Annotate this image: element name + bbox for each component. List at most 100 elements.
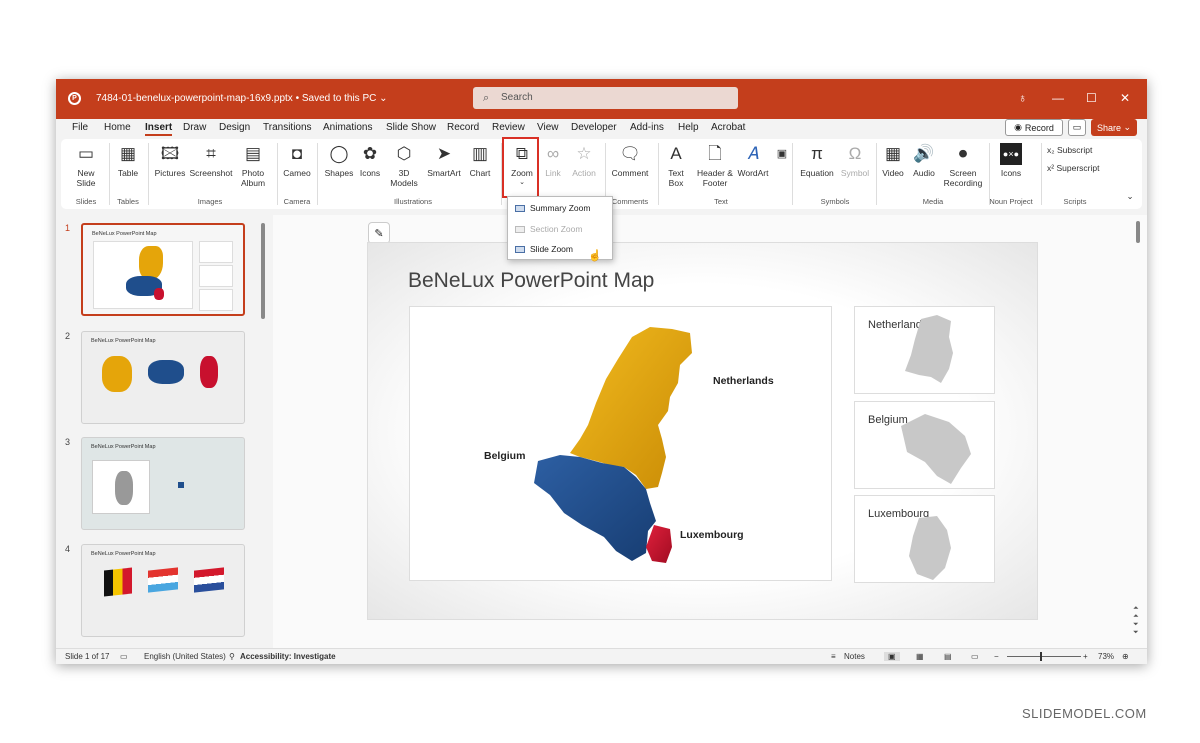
zoom-slider[interactable] [1007,652,1081,661]
benelux-map-box[interactable]: Netherlands Belgium Luxembourg [409,306,832,581]
tab-record[interactable]: Record [447,122,479,133]
status-bar: Slide 1 of 17 ▭ English (United States) … [56,648,1147,664]
thumb-number: 4 [65,544,71,554]
slide-thumbnail-3[interactable]: BeNeLux PowerPoint Map [81,437,245,530]
smartart-button[interactable]: ➤ SmartArt [425,141,463,178]
prev-next-slide-icon[interactable]: ⏶ ⏶ ⏷ ⏷ [1133,605,1139,637]
scroll-thumb[interactable] [261,223,265,319]
new-slide-button[interactable]: ▭ New Slide [69,141,103,188]
search-box[interactable]: ⌕ Search [473,87,738,109]
tab-insert[interactable]: Insert [145,122,173,136]
reading-view-icon[interactable]: ▤ [944,652,952,661]
comments-button[interactable]: ▭ [1068,119,1086,136]
slide-title[interactable]: BeNeLux PowerPoint Map [408,269,654,293]
action-icon: ☆ [576,144,592,163]
zoom-out-icon[interactable]: − [994,652,999,661]
separator [317,143,318,205]
wordart-button[interactable]: 𝐴 WordArt [733,141,773,178]
tab-file[interactable]: File [72,122,88,133]
action-button[interactable]: ☆ Action [568,141,600,178]
slide-show-icon[interactable]: ▭ [971,652,979,661]
thumb-grey-map [115,471,133,505]
screen-recording-button[interactable]: ⏺ Screen Recording [942,141,984,188]
close-button[interactable]: ✕ [1120,91,1130,105]
slide-counter: Slide 1 of 17 [65,652,110,661]
slide-thumbnail-2[interactable]: BeNeLux PowerPoint Map [81,331,245,424]
slide-canvas[interactable]: BeNeLux PowerPoint Map Netherlands Belgi… [367,242,1038,620]
noun-icons-button[interactable]: ●×● Icons [996,141,1026,178]
zoom-slider-knob[interactable] [1040,652,1042,661]
tab-add-ins[interactable]: Add-ins [630,122,664,133]
equation-button[interactable]: π Equation [797,141,837,178]
designer-button[interactable]: ✎ [368,222,390,244]
smartart-icon: ➤ [436,144,452,163]
thumb-luxembourg [200,356,218,388]
side-box-luxembourg[interactable]: Luxembourg [854,495,995,583]
lightbulb-icon[interactable]: ♁ [1018,91,1027,105]
table-button[interactable]: ▦ Table [115,141,141,178]
maximize-button[interactable]: ☐ [1086,91,1097,105]
minimize-button[interactable]: — [1052,91,1064,105]
cameo-button[interactable]: ◘ Cameo [282,141,312,178]
slide-zoom-item[interactable]: Slide Zoom [515,242,573,256]
tab-home[interactable]: Home [104,122,131,133]
link-button[interactable]: ∞ Link [540,141,566,178]
tab-help[interactable]: Help [678,122,699,133]
chart-button[interactable]: ▥ Chart [465,141,495,178]
date-time-button[interactable]: ▣ [771,141,787,168]
tab-view[interactable]: View [537,122,559,133]
tab-animations[interactable]: Animations [323,122,372,133]
audio-button[interactable]: 🔊 Audio [910,141,938,178]
3d-models-button[interactable]: ⬡ 3D Models [387,141,421,188]
header-footer-icon: 🗋 [708,144,722,163]
photo-album-button[interactable]: ▤ Photo Album [235,141,271,188]
header-footer-button[interactable]: 🗋 Header & Footer [693,141,737,188]
symbol-button[interactable]: Ω Symbol [838,141,872,178]
pictures-button[interactable]: 🖾 Pictures [153,141,187,178]
video-label: Video [882,168,904,178]
thumb-title: BeNeLux PowerPoint Map [91,551,156,557]
video-button[interactable]: ▦ Video [880,141,906,178]
comment-button[interactable]: 🗨 Comment [609,141,651,178]
side-box-netherlands[interactable]: Netherlands [854,306,995,394]
document-title[interactable]: 7484-01-benelux-powerpoint-map-16x9.pptx… [96,93,388,104]
share-button[interactable]: Share ⌄ [1091,119,1137,136]
normal-view-icon[interactable]: ▣ [884,652,900,661]
screenshot-button[interactable]: ⌗ Screenshot [189,141,233,178]
record-button[interactable]: ◉ Record [1005,119,1063,136]
superscript-button[interactable]: x² Superscript [1047,163,1111,173]
slide-scrollbar[interactable]: ⏶ ⏶ ⏷ ⏷ [1133,217,1143,645]
tab-review[interactable]: Review [492,122,525,133]
text-box-button[interactable]: A Text Box [662,141,690,188]
luxembourg-grey-map [909,516,951,580]
subscript-button[interactable]: x₂ Subscript [1047,145,1107,155]
notes-icon: ≡ [831,652,836,661]
tab-transitions[interactable]: Transitions [263,122,312,133]
side-box-belgium[interactable]: Belgium [854,401,995,489]
spelling-icon[interactable]: ▭ [120,652,128,661]
slide-sorter-icon[interactable]: ▦ [916,652,924,661]
zoom-in-icon[interactable]: + [1083,652,1088,661]
notes-button[interactable]: Notes [844,652,865,661]
summary-zoom-item[interactable]: Summary Zoom [515,201,590,215]
tab-developer[interactable]: Developer [571,122,617,133]
collapse-ribbon-icon[interactable]: ⌄ [1125,191,1135,201]
tab-slide-show[interactable]: Slide Show [386,122,436,133]
tab-draw[interactable]: Draw [183,122,206,133]
tab-design[interactable]: Design [219,122,250,133]
3d-models-label: 3D Models [390,168,418,188]
fit-to-window-icon[interactable]: ⊕ [1122,652,1129,661]
icons-button[interactable]: ✿ Icons [357,141,383,178]
tab-acrobat[interactable]: Acrobat [711,122,745,133]
zoom-level[interactable]: 73% [1098,652,1114,661]
search-placeholder: Search [501,92,533,103]
language-status[interactable]: English (United States) [144,652,226,661]
slide-thumbnail-1[interactable]: BeNeLux PowerPoint Map [81,223,245,316]
scroll-thumb[interactable] [1136,221,1140,243]
thumbnail-scrollbar[interactable] [260,221,266,645]
accessibility-status[interactable]: Accessibility: Investigate [240,652,336,661]
shapes-icon: ◯ [329,144,349,163]
shapes-button[interactable]: ◯ Shapes [323,141,355,178]
slide-thumbnail-4[interactable]: BeNeLux PowerPoint Map [81,544,245,637]
section-zoom-item[interactable]: Section Zoom [515,222,582,236]
